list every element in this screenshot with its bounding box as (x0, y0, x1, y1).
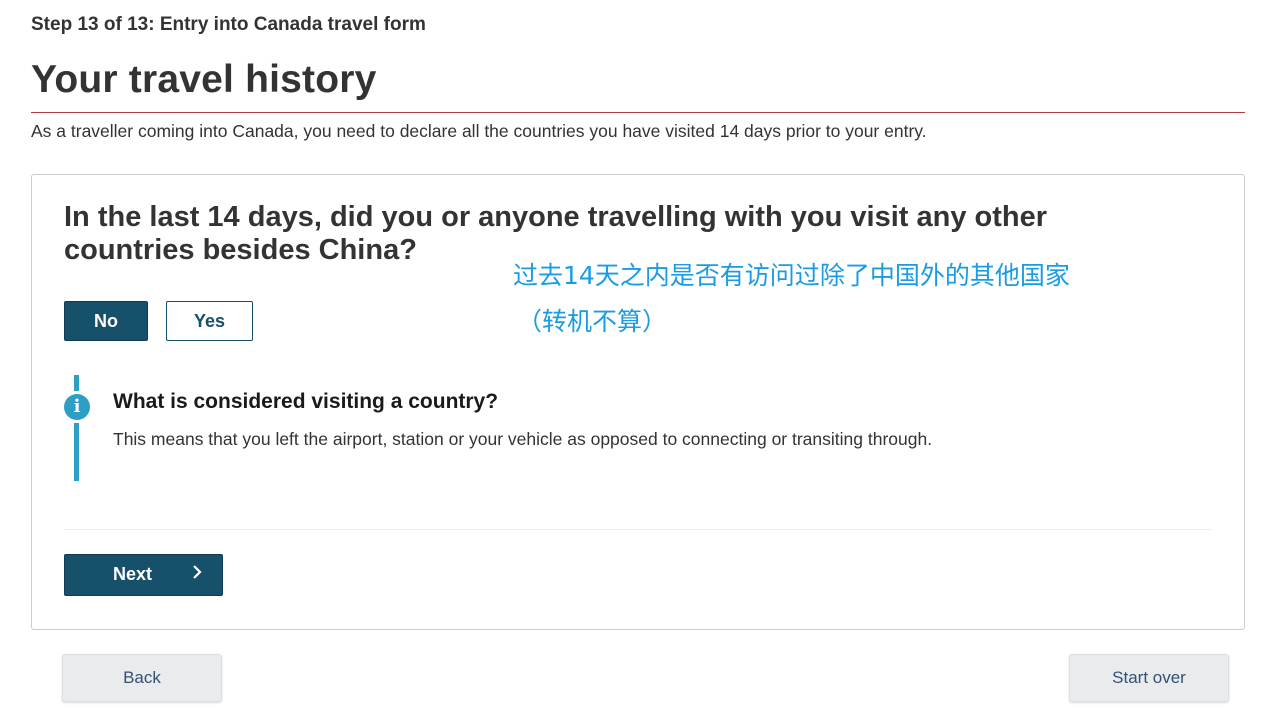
info-heading: What is considered visiting a country? (113, 390, 499, 413)
info-callout: i What is considered visiting a country?… (64, 375, 1164, 481)
chinese-annotation: 过去14天之内是否有访问过除了中国外的其他国家 （转机不算） (513, 253, 1070, 345)
next-button[interactable]: Next (64, 554, 223, 596)
chevron-right-icon (191, 563, 203, 586)
no-button[interactable]: No (64, 301, 148, 341)
info-text: This means that you left the airport, st… (113, 429, 933, 449)
page-title: Your travel history (31, 58, 377, 101)
info-bar-bottom (74, 423, 79, 481)
intro-text: As a traveller coming into Canada, you n… (31, 121, 927, 141)
annotation-line-2: （转机不算） (517, 307, 668, 336)
title-underline (31, 112, 1245, 113)
question-panel: In the last 14 days, did you or anyone t… (31, 174, 1245, 630)
info-bar-top (74, 375, 79, 391)
panel-divider (64, 529, 1212, 530)
info-icon: i (64, 394, 90, 420)
yes-button[interactable]: Yes (166, 301, 253, 341)
annotation-line-1: 过去14天之内是否有访问过除了中国外的其他国家 (513, 261, 1070, 290)
step-indicator: Step 13 of 13: Entry into Canada travel … (31, 14, 426, 35)
next-button-label: Next (113, 564, 153, 584)
start-over-button[interactable]: Start over (1069, 654, 1229, 702)
back-button[interactable]: Back (62, 654, 222, 702)
